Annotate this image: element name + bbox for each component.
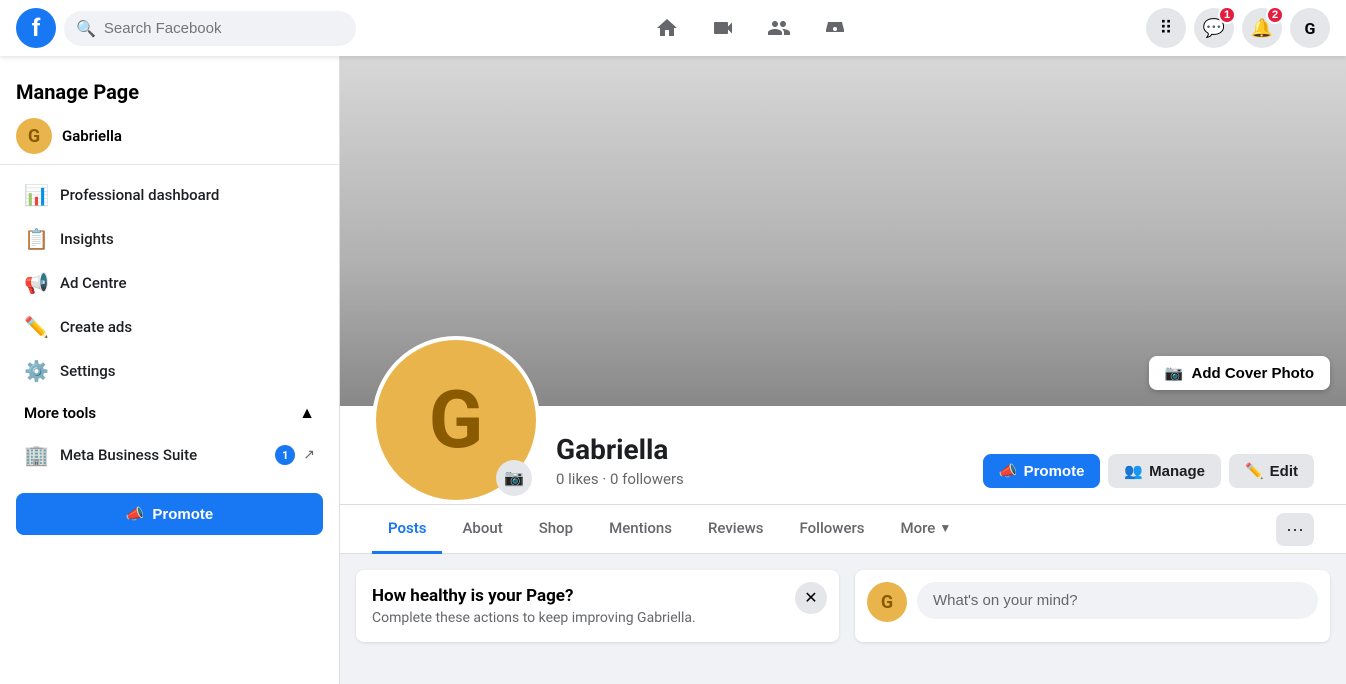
home-nav-button[interactable] [643, 4, 691, 52]
sidebar-title: Manage Page [0, 72, 339, 108]
sidebar-username: Gabriella [62, 127, 122, 145]
video-nav-button[interactable] [699, 4, 747, 52]
manage-label: Manage [1149, 463, 1205, 480]
facebook-logo[interactable]: f [16, 8, 56, 48]
post-box: G What's on your mind? [855, 570, 1330, 642]
tab-more-options-button[interactable]: ··· [1276, 513, 1314, 546]
main-content: 📷 Add Cover Photo G 📷 Gabriella 0 likes … [340, 56, 1346, 684]
topnav: f 🔍 ⠿ 💬 1 🔔 2 G [0, 0, 1346, 56]
tab-more[interactable]: More ▼ [885, 505, 968, 554]
insights-icon: 📋 [24, 227, 48, 251]
promote-icon: 📣 [126, 505, 145, 523]
tabs-bar: Posts About Shop Mentions Reviews Follow… [340, 505, 1346, 554]
sidebar-promote-label: Promote [152, 506, 213, 523]
profile-camera-button[interactable]: 📷 [496, 460, 532, 496]
tab-about-label: About [462, 519, 502, 537]
user-avatar-button[interactable]: G [1290, 8, 1330, 48]
promote-button[interactable]: 📣 Promote [983, 454, 1101, 488]
sidebar-item-professional-dashboard[interactable]: 📊 Professional dashboard [8, 173, 331, 217]
marketplace-nav-button[interactable] [811, 4, 859, 52]
add-cover-label: Add Cover Photo [1192, 365, 1315, 382]
health-card-description: Complete these actions to keep improving… [372, 610, 823, 626]
meta-business-icon: 🏢 [24, 443, 48, 467]
more-tools-header[interactable]: More tools ▲ [8, 393, 331, 433]
profile-actions: 📣 Promote 👥 Manage ✏️ Edit [983, 454, 1314, 504]
edit-icon: ✏️ [1245, 462, 1264, 480]
sidebar-item-ad-centre[interactable]: 📢 Ad Centre [8, 261, 331, 305]
sidebar-item-create-ads[interactable]: ✏️ Create ads [8, 305, 331, 349]
manage-button[interactable]: 👥 Manage [1108, 454, 1221, 488]
notifications-button[interactable]: 🔔 2 [1242, 8, 1282, 48]
profile-name: Gabriella [556, 433, 983, 466]
search-bar[interactable]: 🔍 [64, 11, 356, 46]
tab-followers[interactable]: Followers [784, 505, 881, 554]
promote-btn-label: Promote [1024, 463, 1085, 480]
topnav-left: f 🔍 [16, 8, 356, 48]
sidebar-item-create-ads-label: Create ads [60, 318, 132, 336]
topnav-center [356, 4, 1146, 52]
tab-reviews-label: Reviews [708, 519, 764, 537]
post-input[interactable]: What's on your mind? [917, 582, 1318, 619]
chevron-up-icon: ▲ [299, 403, 315, 423]
add-cover-photo-button[interactable]: 📷 Add Cover Photo [1149, 356, 1330, 390]
sidebar-item-insights[interactable]: 📋 Insights [8, 217, 331, 261]
sidebar-item-ad-centre-label: Ad Centre [60, 274, 127, 292]
meta-business-badge: 1 [275, 445, 295, 465]
meta-business-left: 🏢 Meta Business Suite [24, 443, 197, 467]
sidebar-user: G Gabriella [0, 108, 339, 165]
meta-business-label: Meta Business Suite [60, 446, 197, 464]
tab-shop[interactable]: Shop [523, 505, 589, 554]
tab-posts-label: Posts [388, 519, 426, 537]
sidebar-promote-button[interactable]: 📣 Promote [16, 493, 323, 535]
sidebar-item-settings[interactable]: ⚙️ Settings [8, 349, 331, 393]
people-nav-button[interactable] [755, 4, 803, 52]
health-card-title: How healthy is your Page? [372, 586, 823, 606]
chevron-down-icon: ▼ [939, 521, 951, 535]
post-user-avatar: G [867, 582, 907, 622]
edit-button[interactable]: ✏️ Edit [1229, 454, 1314, 488]
external-link-icon: ↗ [303, 447, 315, 463]
tab-about[interactable]: About [446, 505, 518, 554]
profile-section: G 📷 Gabriella 0 likes · 0 followers 📣 Pr… [340, 406, 1346, 505]
tab-followers-label: Followers [800, 519, 865, 537]
manage-icon: 👥 [1124, 462, 1143, 480]
edit-label: Edit [1270, 463, 1298, 480]
feed-area: How healthy is your Page? Complete these… [340, 554, 1346, 658]
search-icon: 🔍 [76, 19, 96, 38]
settings-icon: ⚙️ [24, 359, 48, 383]
topnav-right: ⠿ 💬 1 🔔 2 G [1146, 8, 1330, 48]
sidebar-user-avatar: G [16, 118, 52, 154]
messenger-button[interactable]: 💬 1 [1194, 8, 1234, 48]
profile-info: Gabriella 0 likes · 0 followers [556, 433, 983, 504]
more-tools-label: More tools [24, 404, 96, 422]
health-card-close-button[interactable]: ✕ [795, 582, 827, 614]
tab-mentions[interactable]: Mentions [593, 505, 688, 554]
camera-icon: 📷 [1165, 364, 1184, 382]
ad-centre-icon: 📢 [24, 271, 48, 295]
sidebar-item-insights-label: Insights [60, 230, 114, 248]
notifications-badge: 2 [1266, 6, 1284, 24]
tab-posts[interactable]: Posts [372, 505, 442, 554]
profile-stats: 0 likes · 0 followers [556, 470, 983, 488]
profile-avatar-wrap: G 📷 [372, 336, 540, 504]
create-ads-icon: ✏️ [24, 315, 48, 339]
tab-reviews[interactable]: Reviews [692, 505, 780, 554]
search-input[interactable] [104, 20, 344, 37]
tab-mentions-label: Mentions [609, 519, 672, 537]
dashboard-icon: 📊 [24, 183, 48, 207]
layout: Manage Page G Gabriella 📊 Professional d… [0, 56, 1346, 684]
health-card: How healthy is your Page? Complete these… [356, 570, 839, 642]
tab-shop-label: Shop [539, 519, 573, 537]
grid-menu-button[interactable]: ⠿ [1146, 8, 1186, 48]
messenger-badge: 1 [1218, 6, 1236, 24]
sidebar-item-meta-business[interactable]: 🏢 Meta Business Suite 1 ↗ [8, 433, 331, 477]
tab-more-label: More [901, 519, 936, 537]
sidebar-item-settings-label: Settings [60, 362, 116, 380]
sidebar: Manage Page G Gabriella 📊 Professional d… [0, 56, 340, 684]
sidebar-item-professional-dashboard-label: Professional dashboard [60, 186, 219, 204]
promote-btn-icon: 📣 [999, 462, 1018, 480]
